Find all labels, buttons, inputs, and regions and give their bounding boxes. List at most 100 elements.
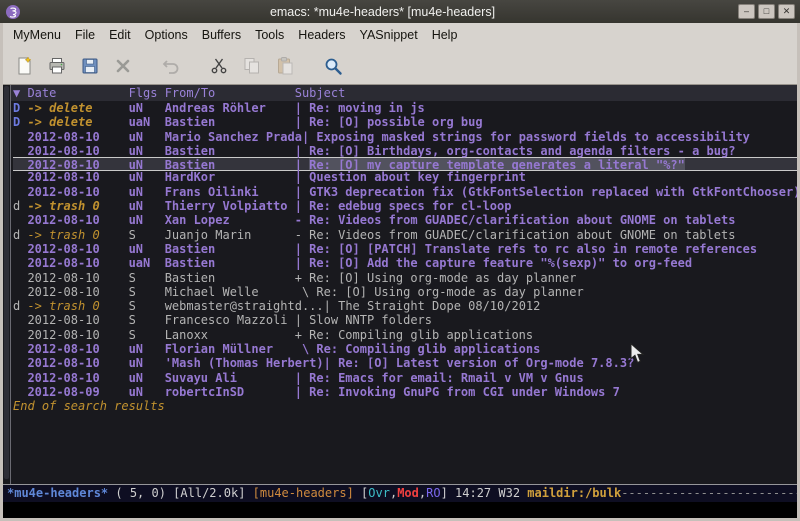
menu-item-headers[interactable]: Headers (291, 25, 352, 45)
menu-item-tools[interactable]: Tools (248, 25, 291, 45)
thread-connector: \ (295, 285, 317, 299)
menu-item-edit[interactable]: Edit (102, 25, 138, 45)
message-from: Suvayu Ali (165, 371, 295, 385)
message-date: 2012-08-10 (27, 144, 128, 158)
thread-connector: | (324, 356, 338, 370)
message-subject: Exposing masked strings for password fie… (316, 130, 749, 144)
thread-connector: + (295, 328, 309, 342)
mark-flag (13, 328, 27, 342)
message-row[interactable]: 2012-08-10uNHardKor|Question about key f… (13, 170, 797, 184)
modeline-w32: W32 (498, 486, 527, 500)
mark-flag (13, 271, 27, 285)
message-flags: uaN (129, 115, 165, 129)
message-date: 2012-08-10 (27, 185, 128, 199)
titlebar[interactable]: emacs: *mu4e-headers* [mu4e-headers] –□✕ (0, 0, 800, 23)
message-row[interactable]: 2012-08-10uN'Mash (Thomas Herbert)|Re: [… (13, 356, 797, 370)
print-icon[interactable] (41, 51, 72, 81)
message-row[interactable]: 2012-08-10SFrancesco Mazzoli|Slow NNTP f… (13, 313, 797, 327)
mode-line: *mu4e-headers* ( 5, 0) [All/2.0k] [mu4e-… (3, 484, 797, 502)
new-file-icon[interactable] (8, 51, 39, 81)
column-header-from[interactable]: From/To (165, 85, 295, 101)
column-header-subject[interactable]: Subject (295, 85, 346, 101)
mark-flag (13, 144, 27, 158)
message-subject: Re: edebug specs for cl-loop (309, 199, 511, 213)
message-row[interactable]: 2012-08-10SLanoxx+Re: Compiling glib app… (13, 328, 797, 342)
message-date: 2012-08-10 (27, 356, 128, 370)
scrollbar-thumb[interactable] (4, 86, 9, 479)
menu-item-options[interactable]: Options (138, 25, 195, 45)
message-flags: uN (129, 385, 165, 399)
message-row[interactable]: 2012-08-10SMichael Welle \Re: [O] Using … (13, 285, 797, 299)
message-row[interactable]: 2012-08-10uNMario Sanchez Prada|Exposing… (13, 130, 797, 144)
message-row[interactable]: 2012-08-10uNBastien|Re: [O] Birthdays, o… (13, 144, 797, 158)
window-frame: MyMenuFileEditOptionsBuffersToolsHeaders… (0, 23, 800, 521)
message-date: 2012-08-09 (27, 385, 128, 399)
message-flags: S (129, 328, 165, 342)
message-subject: Re: moving in js (309, 101, 425, 115)
thread-connector: | (295, 101, 309, 115)
menu-item-mymenu[interactable]: MyMenu (6, 25, 68, 45)
message-date: 2012-08-10 (27, 170, 128, 184)
message-row[interactable]: 2012-08-10uNFrans Oilinki|GTK3 deprecati… (13, 185, 797, 199)
message-flags: S (129, 299, 165, 313)
menu-item-buffers[interactable]: Buffers (195, 25, 248, 45)
mark-flag: d (13, 228, 27, 242)
mark-flag (13, 313, 27, 327)
thread-connector: | (302, 130, 316, 144)
message-row[interactable]: D-> deleteuaNBastien|Re: [O] possible or… (13, 115, 797, 129)
message-row[interactable]: 2012-08-10uNBastien|Re: [O] [PATCH] Tran… (13, 242, 797, 256)
menu-item-yasnippet[interactable]: YASnippet (353, 25, 425, 45)
message-row[interactable]: 2012-08-10SBastien+Re: [O] Using org-mod… (13, 271, 797, 285)
message-list: D-> deleteuNAndreas Röhler|Re: moving in… (13, 101, 797, 399)
close-buffer-icon[interactable] (107, 51, 138, 81)
message-subject: Re: Invoking GnuPG from CGI under Window… (309, 385, 620, 399)
message-row[interactable]: 2012-08-09uNrobertcInSD|Re: Invoking Gnu… (13, 385, 797, 399)
column-header-flags[interactable]: Flgs (129, 85, 165, 101)
paste-icon (269, 51, 300, 81)
echo-area[interactable] (3, 502, 797, 518)
message-row[interactable]: d-> trash 0uNThierry Volpiatto|Re: edebu… (13, 199, 797, 213)
message-from: Mario Sanchez Prada (165, 130, 302, 144)
search-icon[interactable] (317, 51, 348, 81)
column-header-date[interactable]: ▼ Date (13, 85, 129, 101)
close-icon[interactable]: ✕ (778, 4, 795, 19)
message-from: Bastien (165, 115, 295, 129)
thread-connector: | (295, 385, 309, 399)
minimize-icon[interactable]: – (738, 4, 755, 19)
message-from: robertcInSD (165, 385, 295, 399)
message-date: 2012-08-10 (27, 242, 128, 256)
message-date: -> trash 0 (27, 299, 128, 313)
message-row[interactable]: d-> trash 0SJuanjo Marin-Re: Videos from… (13, 228, 797, 242)
message-from: webmaster@straightd... (165, 299, 324, 313)
message-row[interactable]: 2012-08-10uNFlorian Müllner \Re: Compili… (13, 342, 797, 356)
modeline-query-info: [All/2.0k] (173, 486, 252, 500)
message-row[interactable]: 2012-08-10uNSuvayu Ali|Re: Emacs for ema… (13, 371, 797, 385)
message-flags: uN (129, 213, 165, 227)
message-row[interactable]: 2012-08-10uNXan Lopez-Re: Videos from GU… (13, 213, 797, 227)
mark-flag: d (13, 299, 27, 313)
message-row[interactable]: 2012-08-10uaNBastien|Re: [O] Add the cap… (13, 256, 797, 270)
message-date: 2012-08-10 (27, 256, 128, 270)
modeline-buffer-name: *mu4e-headers* (7, 486, 115, 500)
message-flags: S (129, 285, 165, 299)
menu-item-file[interactable]: File (68, 25, 102, 45)
message-flags: uN (129, 199, 165, 213)
message-row[interactable]: D-> deleteuNAndreas Röhler|Re: moving in… (13, 101, 797, 115)
menu-item-help[interactable]: Help (425, 25, 465, 45)
message-subject: Re: [O] Birthdays, org-contacts and agen… (309, 144, 735, 158)
mark-flag: D (13, 115, 27, 129)
scrollbar[interactable] (3, 85, 11, 484)
message-row[interactable]: d-> trash 0Swebmaster@straightd...|The S… (13, 299, 797, 313)
message-date: 2012-08-10 (27, 213, 128, 227)
cut-icon[interactable] (203, 51, 234, 81)
save-icon[interactable] (74, 51, 105, 81)
thread-connector: + (295, 271, 309, 285)
message-row[interactable]: 2012-08-10uNBastien|Re: [O] my capture t… (13, 157, 797, 171)
message-date: 2012-08-10 (27, 342, 128, 356)
window-title: emacs: *mu4e-headers* [mu4e-headers] (27, 5, 738, 19)
message-flags: uN (129, 371, 165, 385)
message-flags: uN (129, 356, 165, 370)
maximize-icon[interactable]: □ (758, 4, 775, 19)
emacs-window: emacs: *mu4e-headers* [mu4e-headers] –□✕… (0, 0, 800, 521)
mark-flag (13, 170, 27, 184)
